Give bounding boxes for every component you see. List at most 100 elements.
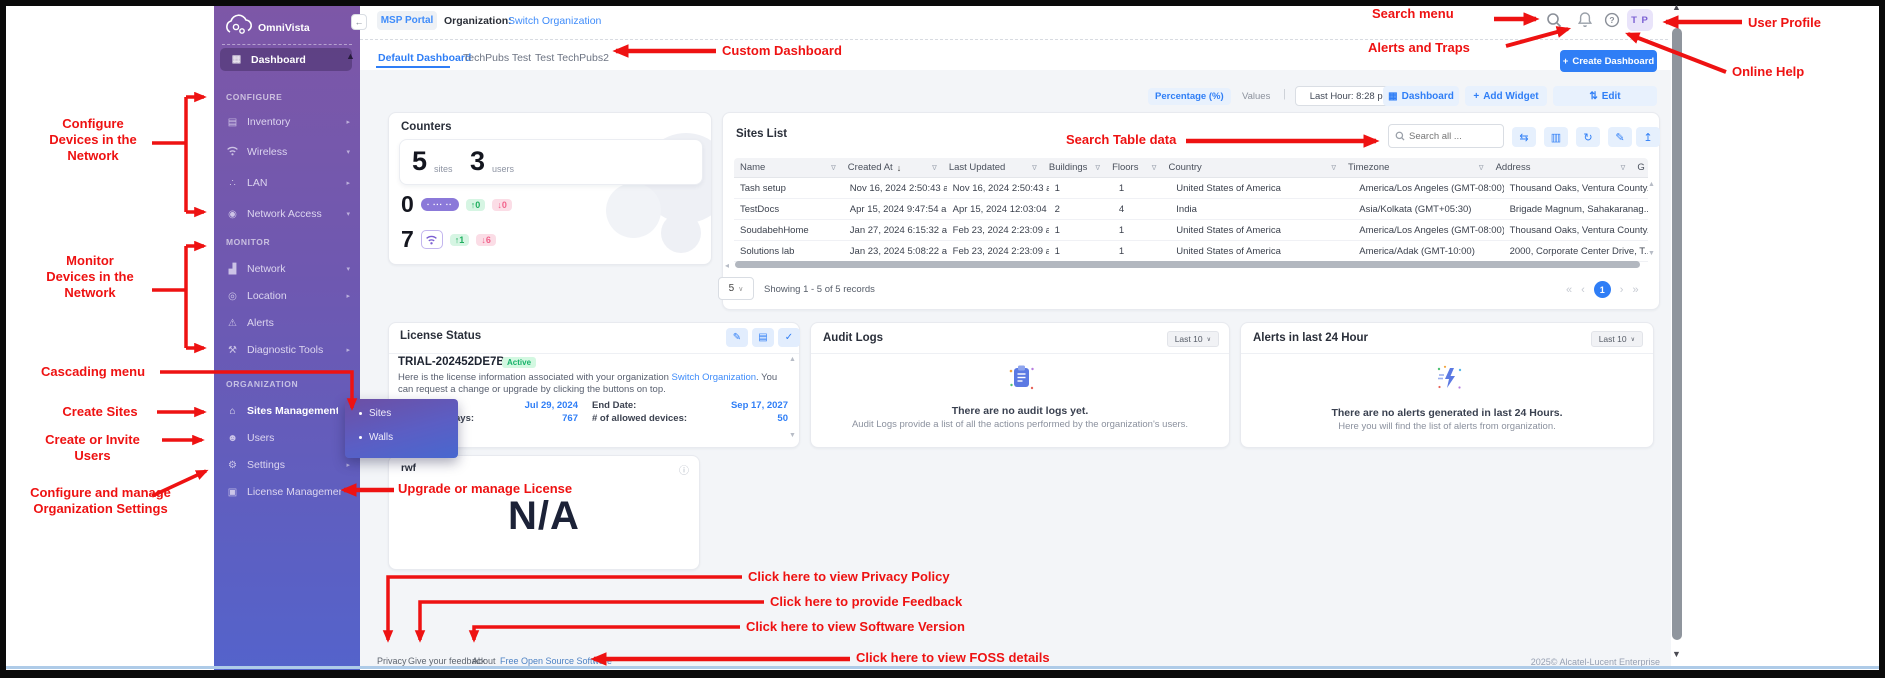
submenu-item-sites[interactable]: Sites: [359, 408, 391, 419]
column-header-name[interactable]: Name∇: [734, 162, 842, 173]
edit-table-button[interactable]: ✎: [1608, 127, 1632, 147]
next-page-icon[interactable]: ›: [1620, 284, 1624, 296]
filter-icon[interactable]: ∇: [1152, 164, 1157, 172]
create-dashboard-button[interactable]: + Create Dashboard: [1560, 50, 1657, 72]
switch-organization-link[interactable]: Switch Organization: [672, 372, 756, 383]
sidebar-scroll-up-icon[interactable]: ▲: [346, 51, 355, 61]
sidebar-item-network[interactable]: ▟ Network ▾: [226, 259, 352, 279]
cell-address: 2000, Corporate Center Drive, T...: [1504, 246, 1648, 257]
column-header-timezone[interactable]: Timezone∇: [1342, 162, 1490, 173]
table-scroll-up-icon[interactable]: ▲: [1648, 181, 1655, 188]
submenu-item-walls[interactable]: Walls: [359, 432, 393, 443]
table-row[interactable]: Solutions lab Jan 23, 2024 5:08:22 am Fe…: [734, 241, 1648, 262]
msp-portal-button[interactable]: MSP Portal: [377, 11, 437, 30]
users-icon: ☻: [226, 433, 239, 444]
hscroll-left-icon[interactable]: ◂: [725, 261, 729, 270]
table-horizontal-scrollbar[interactable]: [735, 261, 1640, 268]
prev-page-icon[interactable]: ‹: [1581, 284, 1585, 296]
edit-dashboard-button[interactable]: ⇅ Edit: [1553, 86, 1657, 106]
audit-range-select[interactable]: Last 10 ∨: [1167, 331, 1219, 347]
sidebar-item-network-access[interactable]: ◉ Network Access ▾: [226, 204, 352, 224]
alerts-empty-title: There are no alerts generated in last 24…: [1241, 407, 1653, 419]
cell-updated: Nov 16, 2024 2:50:43 am: [947, 183, 1049, 194]
column-header-country[interactable]: Country∇: [1162, 162, 1342, 173]
alerts-24h-title: Alerts in last 24 Hour: [1253, 332, 1368, 344]
sidebar-item-wireless[interactable]: Wireless ▾: [226, 142, 352, 162]
filter-icon[interactable]: ∇: [1331, 164, 1336, 172]
refresh-button[interactable]: ↻: [1576, 127, 1600, 147]
export-button[interactable]: ↥: [1636, 127, 1660, 147]
filter-icon[interactable]: ∇: [1032, 164, 1037, 172]
widget-scroll-up-icon[interactable]: ▲: [789, 356, 796, 363]
first-page-icon[interactable]: «: [1566, 284, 1572, 296]
fit-columns-button[interactable]: ⇆: [1512, 127, 1536, 147]
info-icon[interactable]: ⓘ: [679, 462, 689, 477]
organization-name-link[interactable]: Switch Organization: [508, 15, 601, 27]
annotation-foss: Click here to view FOSS details: [856, 650, 1116, 666]
page-scroll-down-icon[interactable]: ▼: [1672, 649, 1681, 659]
license-activate-button[interactable]: ✓: [778, 328, 800, 347]
filter-icon[interactable]: ∇: [831, 164, 836, 172]
alerts-range-select[interactable]: Last 10 ∨: [1591, 331, 1643, 347]
footer-about-link[interactable]: About: [472, 656, 496, 666]
switches-down-badge: ↓0: [492, 199, 512, 211]
tab-test-techpubs2[interactable]: Test TechPubs2: [535, 52, 609, 64]
filter-icon[interactable]: ∇: [1621, 164, 1626, 172]
table-row[interactable]: TestDocs Apr 15, 2024 9:47:54 am Apr 15,…: [734, 199, 1648, 220]
column-settings-button[interactable]: ▥: [1544, 127, 1568, 147]
search-icon[interactable]: [1546, 12, 1562, 33]
sidebar-item-diagnostic-tools[interactable]: ⚒ Diagnostic Tools ▸: [226, 340, 352, 360]
percentage-toggle[interactable]: Percentage (%): [1148, 88, 1231, 105]
sidebar-collapse-button[interactable]: ←: [351, 14, 367, 30]
user-avatar[interactable]: T P: [1627, 9, 1653, 31]
tab-techpubs-test[interactable]: TechPubs Test: [463, 52, 531, 64]
sidebar-item-users[interactable]: ☻ Users ▸: [226, 428, 352, 448]
page-size-select[interactable]: 5 ∨: [718, 277, 754, 300]
table-row[interactable]: Tash setup Nov 16, 2024 2:50:43 am Nov 1…: [734, 178, 1648, 199]
column-header-buildings[interactable]: Buildings∇: [1043, 162, 1106, 173]
footer-privacy-link[interactable]: Privacy: [377, 656, 407, 666]
page-scroll-up-icon[interactable]: ▲: [1672, 2, 1681, 12]
sidebar-item-inventory[interactable]: ▤ Inventory ▸: [226, 112, 352, 132]
widget-header-divider: [389, 353, 799, 354]
alerts-bell-icon[interactable]: [1577, 11, 1593, 33]
column-header-g[interactable]: G: [1631, 162, 1648, 173]
license-details-button[interactable]: ▤: [752, 328, 774, 347]
svg-text:?: ?: [1609, 15, 1614, 25]
sidebar-item-sites-management[interactable]: ⌂ Sites Management ▸: [226, 401, 352, 421]
tab-default-dashboard[interactable]: Default Dashboard: [378, 52, 471, 64]
sidebar-item-settings[interactable]: ⚙ Settings ▸: [226, 455, 352, 475]
page-scrollbar-thumb[interactable]: [1672, 28, 1682, 640]
table-scroll-down-icon[interactable]: ▼: [1648, 250, 1655, 257]
bullet-icon: [359, 412, 362, 415]
add-widget-button[interactable]: + Add Widget: [1465, 86, 1547, 106]
values-toggle[interactable]: Values: [1242, 91, 1270, 102]
annotation-online-help: Online Help: [1732, 64, 1842, 80]
search-table-input[interactable]: [1409, 131, 1495, 142]
dashboard-btn-label: Dashboard: [1402, 91, 1454, 102]
sidebar-item-alerts[interactable]: ⚠ Alerts: [226, 313, 352, 333]
filter-icon[interactable]: ∇: [932, 164, 937, 172]
column-header-created-at[interactable]: Created At↓∇: [842, 162, 943, 173]
current-page-button[interactable]: 1: [1594, 281, 1611, 298]
widget-scroll-down-icon[interactable]: ▼: [789, 432, 796, 439]
footer-foss-link[interactable]: Free Open Source Software: [500, 656, 612, 666]
chevron-down-icon: ∨: [738, 285, 743, 293]
column-header-floors[interactable]: Floors∇: [1106, 162, 1162, 173]
column-header-address[interactable]: Address∇: [1490, 162, 1632, 173]
sidebar-item-license-management[interactable]: ▣ License Management: [226, 482, 352, 502]
license-edit-button[interactable]: ✎: [726, 328, 748, 347]
column-header-last-updated[interactable]: Last Updated∇: [943, 162, 1043, 173]
table-row[interactable]: SoudabehHome Jan 27, 2024 6:15:32 am Feb…: [734, 220, 1648, 241]
wifi-icon: [421, 230, 443, 249]
help-icon[interactable]: ?: [1604, 12, 1620, 33]
filter-icon[interactable]: ∇: [1095, 164, 1100, 172]
dashboard-view-button[interactable]: ▦ Dashboard: [1383, 86, 1459, 106]
decorative-circle: [661, 213, 701, 253]
sidebar-item-location[interactable]: ◎ Location ▸: [226, 286, 352, 306]
sidebar-item-dashboard[interactable]: ▦ Dashboard: [220, 48, 352, 71]
sidebar-item-lan[interactable]: ∴ LAN ▸: [226, 173, 352, 193]
filter-icon[interactable]: ∇: [1479, 164, 1484, 172]
last-page-icon[interactable]: »: [1632, 284, 1638, 296]
sort-desc-icon[interactable]: ↓: [897, 163, 902, 173]
